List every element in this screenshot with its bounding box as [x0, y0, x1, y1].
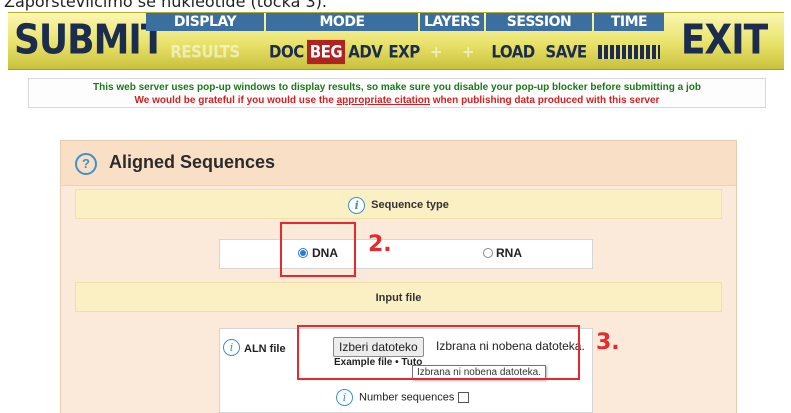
annotation-box-2 — [280, 222, 356, 277]
display-group-title: DISPLAY — [146, 13, 264, 31]
annotation-step-3: 3. — [596, 330, 620, 355]
popup-notice: This web server uses pop-up windows to d… — [28, 78, 766, 108]
layer-add-button-2[interactable]: + — [459, 40, 477, 64]
layers-group: LAYERS + + — [420, 13, 484, 69]
info-icon[interactable]: i — [223, 339, 240, 356]
citation-text-pre: We would be grateful if you would use th… — [134, 95, 337, 106]
submit-button[interactable]: SUBMIT — [14, 12, 165, 70]
layer-add-button[interactable]: + — [427, 40, 445, 64]
info-icon[interactable]: i — [348, 196, 366, 214]
time-group-title: TIME — [594, 13, 664, 31]
time-group: TIME — [594, 13, 664, 69]
mode-doc-button[interactable]: DOC — [266, 40, 307, 64]
display-group: DISPLAY RESULTS — [146, 13, 264, 69]
aln-file-label: ALN file — [244, 343, 286, 355]
popup-warning-text: This web server uses pop-up windows to d… — [93, 82, 701, 93]
page-caption: Zaporštevilčimo se nukleotide (točka 3). — [4, 0, 327, 11]
session-group: SESSION LOAD SAVE — [486, 13, 592, 69]
load-button[interactable]: LOAD — [488, 40, 537, 64]
panel-title: Aligned Sequences — [109, 152, 276, 172]
sequence-type-heading: Sequence type — [371, 199, 449, 211]
citation-notice: We would be grateful if you would use th… — [29, 94, 765, 107]
info-icon[interactable]: i — [336, 389, 353, 406]
number-sequences-label: Number sequences — [359, 391, 455, 404]
time-bar — [598, 45, 660, 59]
input-file-heading: Input file — [375, 292, 422, 304]
rna-radio[interactable] — [483, 248, 493, 258]
save-button[interactable]: SAVE — [542, 40, 589, 64]
mode-beg-button[interactable]: BEG — [306, 39, 346, 65]
number-sequences-checkbox[interactable] — [458, 392, 470, 403]
mode-adv-button[interactable]: ADV — [345, 40, 385, 64]
panel-header: ? Aligned Sequences — [61, 141, 736, 186]
question-icon[interactable]: ? — [75, 153, 97, 175]
mode-group-title: MODE — [266, 13, 418, 31]
exit-button[interactable]: EXIT — [668, 12, 780, 70]
annotation-box-3 — [297, 325, 580, 380]
input-file-header: Input file — [75, 282, 722, 312]
citation-text-post: when publishing data produced with this … — [429, 95, 660, 106]
sequence-type-header: i Sequence type — [75, 189, 722, 219]
mode-group: MODE DOC BEG ADV EXP — [266, 13, 420, 69]
annotation-step-2: 2. — [368, 232, 392, 257]
rna-label[interactable]: RNA — [496, 246, 522, 260]
session-group-title: SESSION — [486, 13, 592, 31]
results-button[interactable]: RESULTS — [167, 40, 242, 64]
layers-group-title: LAYERS — [420, 13, 484, 31]
sequence-type-options: DNA RNA — [219, 239, 593, 269]
number-sequences-row: i Number sequences — [336, 389, 470, 406]
mode-exp-button[interactable]: EXP — [385, 40, 422, 64]
citation-link[interactable]: appropriate citation — [337, 95, 430, 106]
main-toolbar: SUBMIT DISPLAY RESULTS MODE DOC BEG ADV … — [8, 12, 784, 70]
